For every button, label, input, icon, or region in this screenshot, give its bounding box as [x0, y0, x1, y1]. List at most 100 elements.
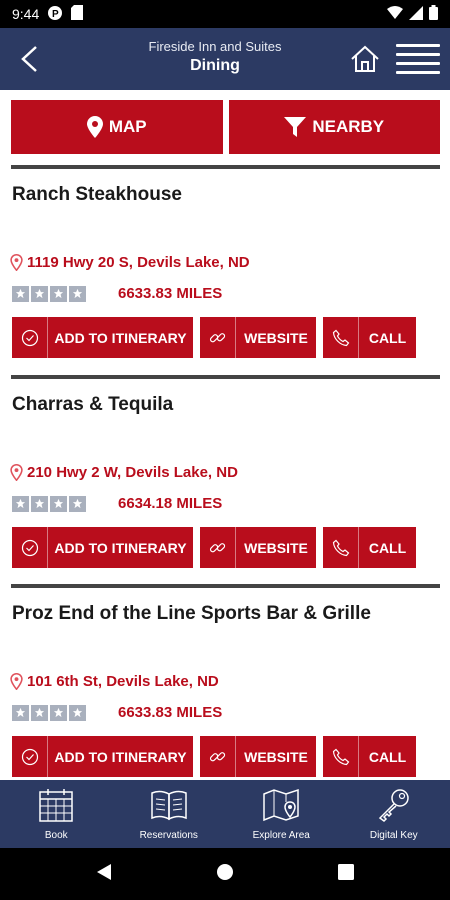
recents-square-icon[interactable] [338, 863, 354, 885]
star-icon [50, 495, 67, 512]
menu-line-icon [396, 71, 440, 74]
battery-icon [429, 5, 438, 23]
nav-digital-key[interactable]: Digital Key [338, 780, 450, 848]
nav-reservations[interactable]: Reservations [113, 780, 226, 848]
rating-row: 6633.83 MILES [12, 704, 222, 721]
listing-name[interactable]: Proz End of the Line Sports Bar & Grille [12, 603, 371, 625]
website-label: WEBSITE [244, 539, 308, 556]
star-icon [50, 704, 67, 721]
star-icon [50, 285, 67, 302]
check-circle-icon [12, 527, 48, 568]
website-label: WEBSITE [244, 329, 308, 346]
nav-digital-key-label: Digital Key [369, 830, 418, 841]
check-circle-icon [12, 317, 48, 358]
star-icon [31, 495, 48, 512]
address-link[interactable]: 210 Hwy 2 W, Devils Lake, ND [10, 464, 238, 481]
back-button[interactable] [12, 42, 46, 76]
address-link[interactable]: 101 6th St, Devils Lake, ND [10, 673, 219, 690]
phone-icon [323, 527, 359, 568]
star-icon [69, 285, 86, 302]
check-circle-icon [12, 736, 48, 777]
add-to-itinerary-button[interactable]: ADD TO ITINERARY [12, 317, 193, 358]
itinerary-label: ADD TO ITINERARY [54, 539, 187, 556]
phone-icon [323, 736, 359, 777]
signal-icon [409, 5, 423, 23]
header-titles: Fireside Inn and Suites Dining [100, 38, 330, 77]
home-button[interactable] [348, 42, 382, 76]
svg-text:P: P [52, 9, 59, 20]
star-rating [12, 285, 86, 302]
back-triangle-icon[interactable] [96, 863, 112, 886]
add-to-itinerary-button[interactable]: ADD TO ITINERARY [12, 736, 193, 777]
website-button[interactable]: WEBSITE [200, 527, 316, 568]
map-location-icon [262, 786, 300, 824]
call-button[interactable]: CALL [323, 317, 416, 358]
nav-book[interactable]: Book [0, 780, 113, 848]
star-icon [12, 495, 29, 512]
home-icon [351, 45, 379, 72]
star-icon [31, 704, 48, 721]
address-text: 210 Hwy 2 W, Devils Lake, ND [27, 464, 238, 481]
chevron-left-icon [21, 46, 37, 72]
map-pin-icon [86, 116, 103, 138]
divider [11, 375, 440, 379]
distance: 6634.18 MILES [118, 495, 223, 512]
phone-icon [323, 317, 359, 358]
star-icon [31, 285, 48, 302]
address-text: 1119 Hwy 20 S, Devils Lake, ND [27, 254, 250, 271]
add-to-itinerary-button[interactable]: ADD TO ITINERARY [12, 527, 193, 568]
nearby-button[interactable]: NEARBY [228, 100, 440, 154]
nav-book-label: Book [44, 830, 68, 841]
star-icon [12, 704, 29, 721]
location-pin-icon [10, 464, 23, 481]
home-circle-icon[interactable] [216, 863, 234, 886]
status-time: 9:44 [12, 6, 40, 22]
call-button[interactable]: CALL [323, 736, 416, 777]
location-pin-icon [10, 254, 23, 271]
call-label: CALL [368, 539, 407, 556]
divider [11, 584, 440, 588]
call-label: CALL [368, 748, 407, 765]
wifi-icon [387, 6, 403, 22]
website-button[interactable]: WEBSITE [200, 736, 316, 777]
bottom-nav: Book Reservations Explore Area Digital K… [0, 780, 450, 848]
link-icon [200, 527, 236, 568]
address-text: 101 6th St, Devils Lake, ND [27, 673, 219, 690]
map-button-label: MAP [108, 117, 147, 136]
hotel-name: Fireside Inn and Suites [148, 39, 282, 54]
nav-reservations-label: Reservations [139, 830, 198, 841]
calendar-icon [38, 786, 74, 824]
star-icon [69, 495, 86, 512]
location-pin-icon [10, 673, 23, 690]
dining-list[interactable]: MAP NEARBY Ranch Steakhouse 1119 Hwy 20 … [0, 90, 450, 780]
map-button[interactable]: MAP [11, 100, 223, 154]
itinerary-label: ADD TO ITINERARY [54, 329, 187, 346]
distance: 6633.83 MILES [118, 704, 223, 721]
sd-card-icon [71, 5, 84, 23]
rating-row: 6633.83 MILES [12, 285, 222, 302]
menu-line-icon [396, 62, 440, 65]
call-button[interactable]: CALL [323, 527, 416, 568]
listing-actions: ADD TO ITINERARY WEBSITE CALL [12, 317, 416, 358]
app-notification-icon: P [47, 5, 63, 24]
nav-explore-area[interactable]: Explore Area [225, 780, 338, 848]
hamburger-menu-button[interactable] [396, 42, 440, 76]
distance: 6633.83 MILES [118, 285, 223, 302]
website-button[interactable]: WEBSITE [200, 317, 316, 358]
menu-line-icon [396, 44, 440, 47]
top-actions: MAP NEARBY [11, 100, 440, 154]
star-rating [12, 704, 86, 721]
key-icon [376, 786, 412, 824]
link-icon [200, 736, 236, 777]
status-bar: 9:44 P [0, 0, 450, 28]
open-book-icon [150, 786, 188, 824]
address-link[interactable]: 1119 Hwy 20 S, Devils Lake, ND [10, 254, 250, 271]
website-label: WEBSITE [244, 748, 308, 765]
itinerary-label: ADD TO ITINERARY [54, 748, 187, 765]
nav-explore-label: Explore Area [252, 830, 310, 841]
star-icon [12, 285, 29, 302]
call-label: CALL [368, 329, 407, 346]
listing-actions: ADD TO ITINERARY WEBSITE CALL [12, 736, 416, 777]
listing-name[interactable]: Charras & Tequila [12, 394, 173, 416]
listing-name[interactable]: Ranch Steakhouse [12, 184, 182, 206]
